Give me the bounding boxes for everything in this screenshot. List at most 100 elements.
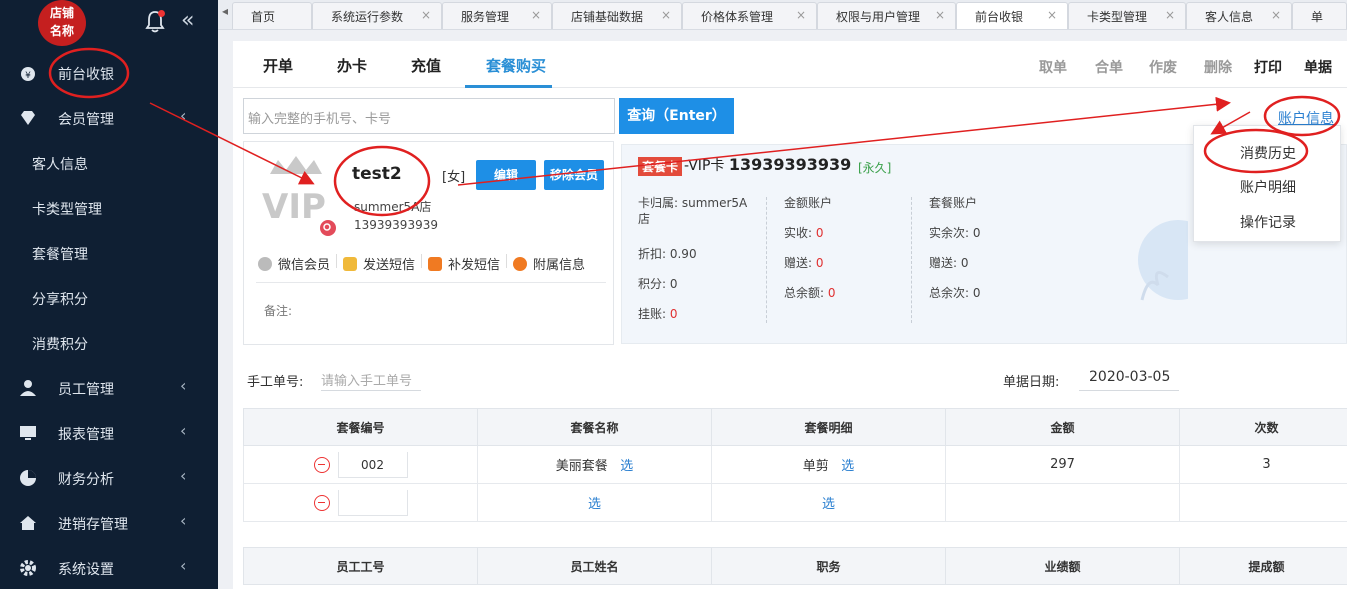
sidebar-subitem-package[interactable]: 套餐管理 [0,231,218,276]
column-header: 提成额 [1179,547,1347,585]
sidebar-item-member[interactable]: 会员管理 ‹ [0,96,218,141]
delete-button[interactable]: 删除 [1204,57,1232,77]
manual-order-input[interactable]: 请输入手工单号 [321,363,421,391]
link-label: 微信会员 [278,258,331,273]
total-value: 0 [827,286,836,300]
tab-service[interactable]: 服务管理 × [442,2,552,29]
remove-row-icon[interactable] [313,494,330,511]
tab-pricing[interactable]: 价格体系管理 × [682,2,817,29]
select-package-link[interactable]: 选 [620,459,633,474]
menu-item-consume-history[interactable]: 消费历史 [1194,143,1342,163]
table-cell: 选 [477,483,712,522]
sidebar-item-staff[interactable]: 员工管理 ‹ [0,366,218,411]
function-tabs: 开单 办卡 充值 套餐购买 取单 合单 作废 删除 打印 单据 [233,41,1347,88]
tab-label: 店铺基础数据 [571,10,644,24]
sidebar-subitem-guest-info[interactable]: 客人信息 [0,141,218,186]
card-validity: [永久] [858,161,892,175]
date-input[interactable]: 2020-03-05 [1079,363,1179,391]
table-row: 选 选 [243,483,1347,522]
tab-issue-card[interactable]: 办卡 [337,55,367,76]
tab-more[interactable]: 单 [1292,2,1347,29]
column-header: 次数 [1179,408,1347,446]
sidebar-item-label: 消费积分 [32,337,88,353]
send-sms-link[interactable]: 发送短信 [343,254,415,273]
money-bag-icon: ¥ [21,67,35,81]
tab-open-order[interactable]: 开单 [263,55,293,76]
package-name: 美丽套餐 [555,459,608,474]
close-icon[interactable]: × [1271,8,1281,22]
menu-item-operation-log[interactable]: 操作记录 [1194,212,1342,232]
package-code-input[interactable]: 002 [337,451,408,478]
member-name: test2 [352,164,402,184]
print-button[interactable]: 打印 [1254,57,1282,77]
void-button[interactable]: 作废 [1149,57,1177,77]
sidebar-subitem-share-points[interactable]: 分享积分 [0,276,218,321]
close-icon[interactable]: × [661,8,671,22]
tab-guest-info[interactable]: 客人信息 × [1186,2,1292,29]
sidebar-item-reports[interactable]: 报表管理 ‹ [0,411,218,456]
card-points: 积分: 0 [638,277,678,291]
tab-home[interactable]: 首页 [232,2,312,29]
vip-avatar: VIP [262,156,336,236]
pie-chart-icon [20,470,36,486]
table-row: 002 美丽套餐 选 单剪 选 297 3 [243,445,1347,484]
close-icon[interactable]: × [421,8,431,22]
tab-package-purchase[interactable]: 套餐购买 [486,55,546,76]
query-button[interactable]: 查询（Enter） [619,98,734,134]
card-type-badge: 套餐卡 [638,157,683,176]
resend-sms-link[interactable]: 补发短信 [428,254,500,273]
sidebar-item-label: 进销存管理 [58,517,128,533]
tab-permissions[interactable]: 权限与用户管理 × [817,2,956,29]
extra-info-link[interactable]: 附属信息 [513,254,585,273]
remove-row-icon[interactable] [313,456,330,473]
close-icon[interactable]: × [796,8,806,22]
card-store: 卡归属: summer5A店 [638,196,748,226]
sidebar-item-settings[interactable]: 系统设置 ‹ [0,546,218,589]
select-detail-link[interactable]: 选 [841,459,854,474]
tab-recharge[interactable]: 充值 [411,55,441,76]
edit-member-button[interactable]: 编辑 [476,160,536,190]
select-package-link[interactable]: 选 [588,497,601,512]
sidebar-item-label: 系统设置 [58,562,114,578]
sidebar-item-inventory[interactable]: 进销存管理 ‹ [0,501,218,546]
menu-item-account-detail[interactable]: 账户明细 [1194,177,1342,197]
sidebar-subitem-consume-points[interactable]: 消费积分 [0,321,218,366]
sidebar-item-finance[interactable]: 财务分析 ‹ [0,456,218,501]
close-icon[interactable]: × [935,8,945,22]
member-actions: 微信会员 发送短信 补发短信 附属信息 [258,254,591,273]
close-icon[interactable]: × [1165,8,1175,22]
wechat-member-link[interactable]: 微信会员 [258,254,330,273]
sidebar-item-label: 套餐管理 [32,247,88,263]
tab-store-data[interactable]: 店铺基础数据 × [552,2,682,29]
info-icon [513,256,528,271]
link-label: 发送短信 [363,258,416,273]
receipt-button[interactable]: 单据 [1304,57,1332,77]
close-icon[interactable]: × [531,8,541,22]
package-code-input[interactable] [337,489,408,516]
link-label: 补发短信 [448,258,501,273]
search-input[interactable]: 输入完整的手机号、卡号 [243,98,615,134]
merge-order-button[interactable]: 合单 [1095,57,1123,77]
diamond-icon [21,111,35,125]
account-dropdown: 消费历史 账户明细 操作记录 [1193,125,1341,242]
mail-icon [343,256,358,271]
card-number: 13939393939 [728,155,852,174]
select-detail-link[interactable]: 选 [822,497,835,512]
tab-system-params[interactable]: 系统运行参数 × [312,2,442,29]
logo-line1: 店铺 [49,6,74,20]
table-cell [1179,483,1347,522]
tab-cashier[interactable]: 前台收银 × [956,2,1068,29]
close-icon[interactable]: × [1047,8,1057,22]
tab-card-type[interactable]: 卡类型管理 × [1068,2,1186,29]
tab-label: 客人信息 [1205,10,1254,24]
card-debt: 挂账: 0 [638,299,758,329]
sidebar-subitem-card-type[interactable]: 卡类型管理 [0,186,218,231]
sidebar-item-cashier[interactable]: ¥ 前台收银 [0,51,218,96]
collapse-sidebar-icon[interactable]: « [181,8,195,33]
sidebar-item-label: 卡类型管理 [32,202,102,218]
chevron-left-icon: ‹ [180,556,187,575]
debt-value: 0 [669,307,678,321]
retrieve-order-button[interactable]: 取单 [1039,57,1067,77]
card-type-label: -VIP卡 [684,158,725,174]
remove-member-button[interactable]: 移除会员 [544,160,604,190]
